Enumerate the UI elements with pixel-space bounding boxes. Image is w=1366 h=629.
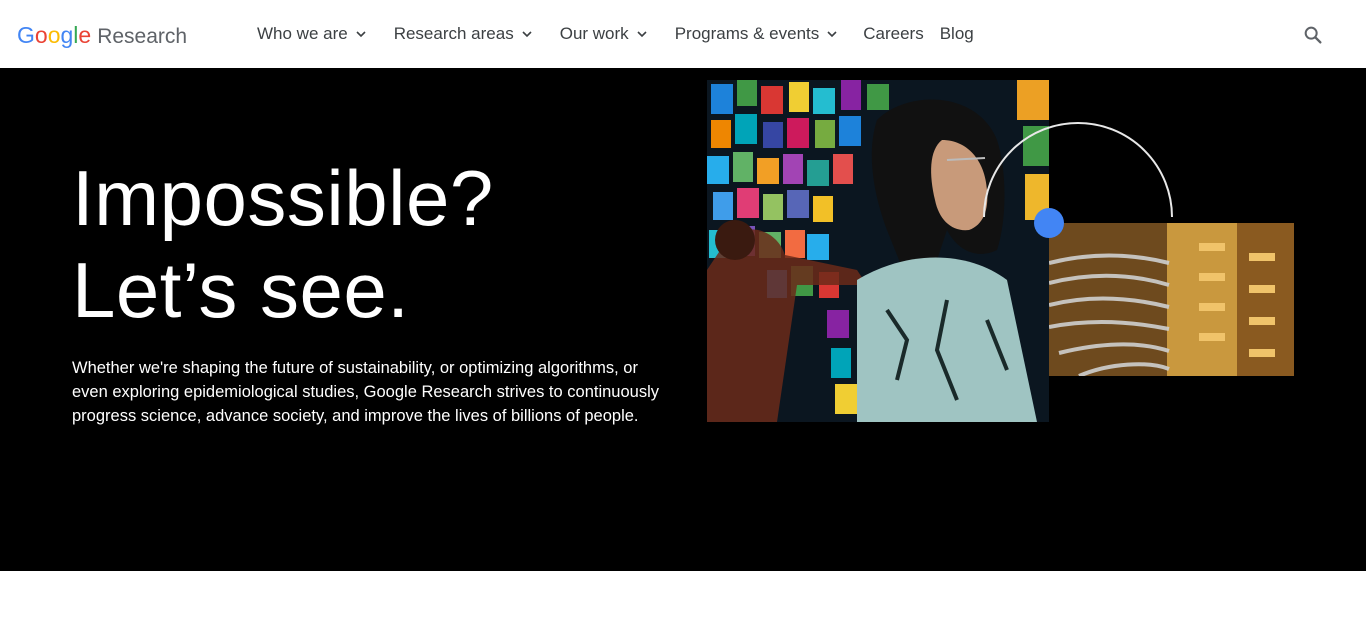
nav-item-label: Research areas [393,24,514,43]
nav-item-who-we-are[interactable]: Who we are [257,24,367,44]
logo-letter: g [60,22,74,48]
hardware-illustration [1049,223,1294,376]
nav-item-label: Blog [939,24,974,43]
chevron-down-icon [522,31,532,38]
headline-line-2: Let’s see. [72,246,410,334]
nav-item-label: Careers [863,24,924,43]
google-research-logo[interactable]: Google Research [17,22,187,52]
nav-item-research-areas[interactable]: Research areas [394,24,533,44]
hero-description: Whether we're shaping the future of sust… [72,359,659,425]
hero-headline: Impossible? Let’s see. [72,152,494,336]
nav-item-our-work[interactable]: Our work [560,24,648,44]
hero-image-person-screens [707,80,1049,422]
headline-line-1: Impossible? [72,154,494,242]
google-wordmark: Google [17,22,91,49]
screen-wall-illustration [707,80,1049,422]
logo-letter: o [34,22,48,48]
nav-item-label: Our work [559,24,629,43]
accent-dot [1034,208,1064,238]
search-icon[interactable] [1302,24,1324,46]
nav-item-careers[interactable]: Careers [863,24,923,44]
chevron-down-icon [356,31,366,38]
logo-letter: G [17,22,35,48]
hero-image-quantum-hardware [1049,223,1294,376]
site-header: Google Research Who we are Research area… [0,0,1366,68]
logo-product-name: Research [97,25,188,48]
nav-item-label: Who we are [257,24,348,43]
nav-item-programs-events[interactable]: Programs & events [675,24,839,44]
main-nav: Who we are Research areas Our work Progr… [257,0,974,68]
logo-letter: e [78,22,92,48]
nav-item-label: Programs & events [674,24,820,43]
chevron-down-icon [637,31,647,38]
logo-letter: o [47,22,61,48]
nav-item-blog[interactable]: Blog [940,24,974,44]
chevron-down-icon [827,31,837,38]
